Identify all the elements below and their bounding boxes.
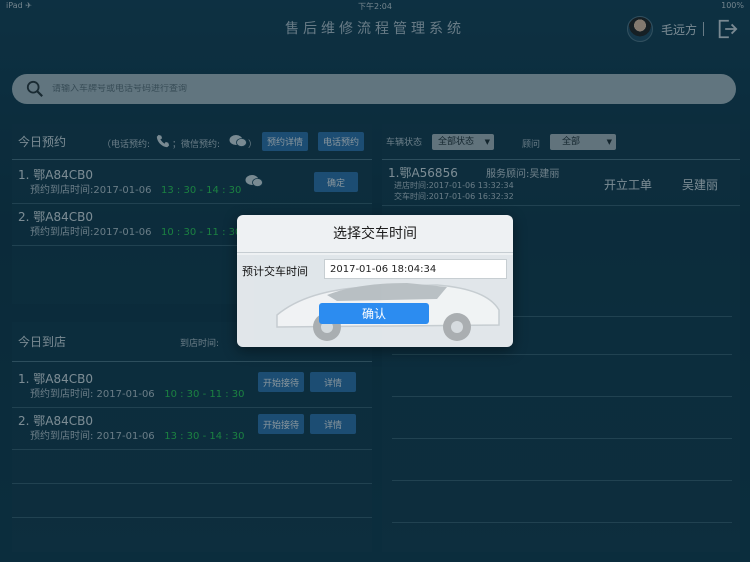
dialog-title: 选择交车时间 — [237, 215, 513, 253]
delivery-time-input[interactable] — [324, 259, 507, 279]
delivery-time-label: 预计交车时间 — [242, 265, 308, 278]
delivery-time-dialog: 选择交车时间 预计交车时间 确认 — [237, 215, 513, 347]
confirm-button[interactable]: 确认 — [319, 303, 429, 324]
